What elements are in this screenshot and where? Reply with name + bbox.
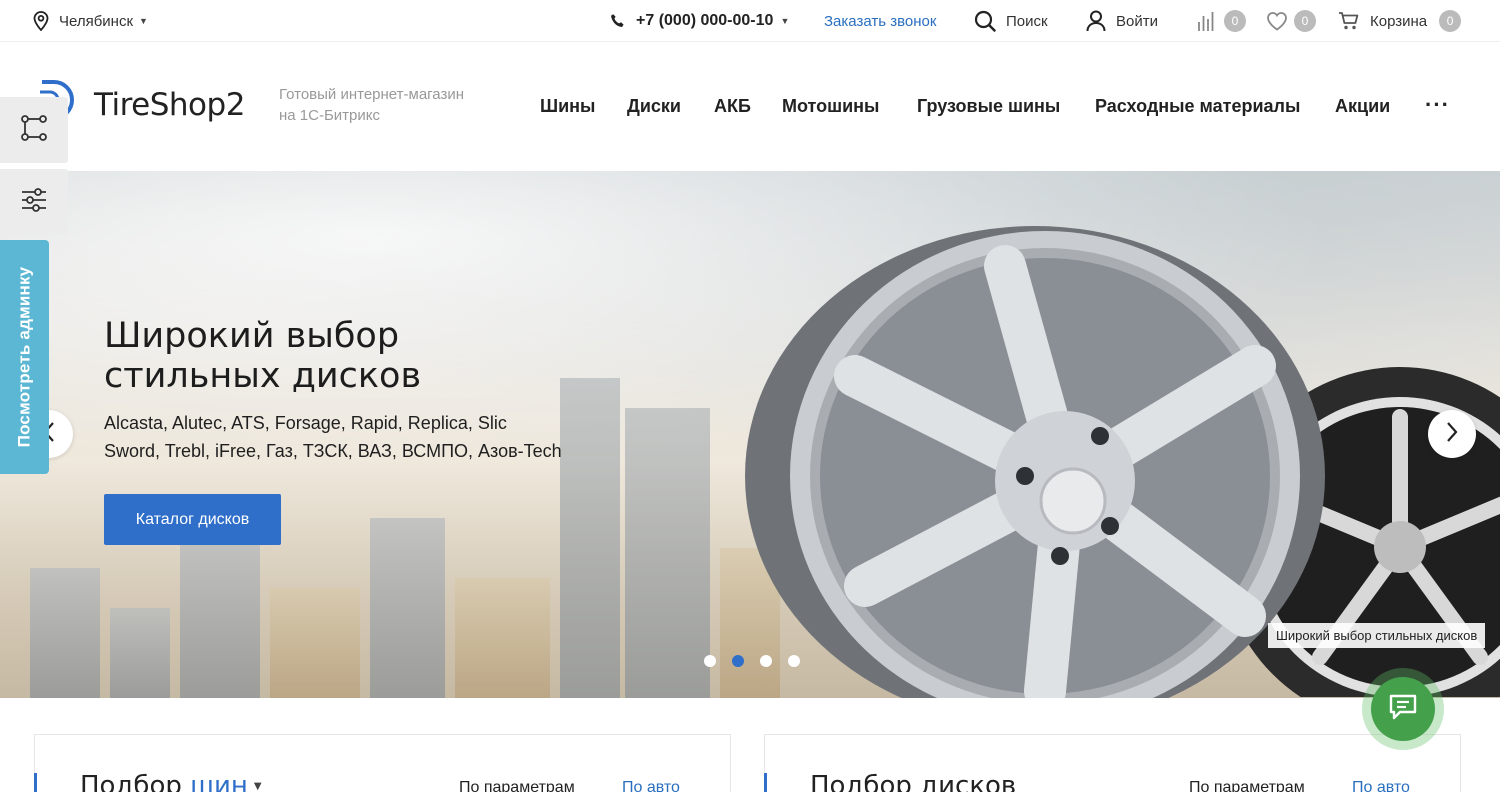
sliders-icon <box>20 186 48 219</box>
card-title-prefix: Подбор <box>80 771 191 792</box>
nav-item-wheels[interactable]: Диски <box>627 96 681 117</box>
side-settings-button[interactable] <box>0 169 68 235</box>
cart-button[interactable]: Корзина 0 <box>1338 10 1462 32</box>
top-bar: Челябинск ▼ +7 (000) 000-00-10 ▼ Заказат… <box>0 0 1500 42</box>
tab-by-params[interactable]: По параметрам <box>459 779 575 792</box>
slider-dot[interactable] <box>704 655 716 667</box>
heart-icon <box>1266 11 1288 31</box>
hero-banner: Широкий выбор стильных дисков Alcasta, A… <box>0 171 1500 698</box>
view-admin-label: Посмотреть админку <box>14 266 34 448</box>
city-selector[interactable]: Челябинск ▼ <box>33 10 148 32</box>
banner-brands-line-1: Alcasta, Alutec, ATS, Forsage, Rapid, Re… <box>104 413 507 433</box>
compare-icon <box>1196 10 1218 32</box>
wheel-selector-card: Подбор дисков По параметрам По авто <box>764 734 1461 792</box>
nav-item-promotions[interactable]: Акции <box>1335 96 1390 117</box>
cart-count-badge: 0 <box>1439 10 1462 32</box>
site-tagline: Готовый интернет-магазин на 1С-Битрикс <box>279 86 465 124</box>
location-pin-icon <box>33 11 49 31</box>
banner-brands-line-2: Sword, Trebl, iFree, Газ, ТЗСК, ВАЗ, ВСМ… <box>104 441 562 461</box>
slider-dots <box>704 655 800 667</box>
side-structure-button[interactable] <box>0 97 68 163</box>
card-title-prefix: Подбор дисков <box>810 771 1017 792</box>
banner-title-line-2: стильных дисков <box>104 356 422 396</box>
city-label: Челябинск <box>59 12 134 30</box>
tire-selector-card: Подбор шин ▼ По параметрам По авто <box>34 734 731 792</box>
login-label: Войти <box>1116 12 1158 30</box>
nav-item-moto-tires[interactable]: Мотошины <box>782 96 879 117</box>
wheel-selector-title: Подбор дисков <box>810 771 1016 792</box>
chat-icon <box>1388 693 1418 726</box>
nav-item-truck-tires[interactable]: Грузовые шины <box>917 96 1060 117</box>
chat-widget-button[interactable] <box>1362 668 1444 750</box>
logo-text: TireShop2 <box>94 86 245 123</box>
favorites-button[interactable]: 0 <box>1266 10 1316 32</box>
nav-item-tires[interactable]: Шины <box>540 96 595 117</box>
slider-dot-active[interactable] <box>732 655 744 667</box>
nav-more-button[interactable]: ··· <box>1425 92 1450 118</box>
user-icon <box>1086 10 1106 32</box>
card-title-highlight: шин <box>190 771 248 792</box>
compare-count-badge: 0 <box>1224 10 1246 32</box>
nodes-icon <box>20 114 48 147</box>
cart-icon <box>1338 11 1360 31</box>
callback-link[interactable]: Заказать звонок <box>824 10 936 32</box>
slide-caption: Широкий выбор стильных дисков <box>1268 623 1486 648</box>
wheel-silver-image <box>745 226 1325 698</box>
phone-number: +7 (000) 000-00-10 <box>636 12 774 29</box>
search-label: Поиск <box>1006 12 1048 30</box>
compare-button[interactable]: 0 <box>1196 10 1246 32</box>
slider-next-button[interactable] <box>1428 410 1476 458</box>
tire-selector-title[interactable]: Подбор шин ▼ <box>80 771 262 792</box>
search-button[interactable]: Поиск <box>974 10 1048 32</box>
nav-item-consumables[interactable]: Расходные материалы <box>1095 96 1300 117</box>
cart-label: Корзина <box>1370 12 1428 30</box>
view-admin-tab[interactable]: Посмотреть админку <box>0 240 49 474</box>
chevron-down-icon: ▼ <box>780 16 790 26</box>
banner-title: Широкий выбор стильных дисков <box>104 316 421 396</box>
slider-dot[interactable] <box>788 655 800 667</box>
card-accent-bar <box>34 773 37 792</box>
card-accent-bar <box>764 773 767 792</box>
site-header: TireShop2 Готовый интернет-магазин на 1С… <box>0 48 1500 170</box>
banner-brands: Alcasta, Alutec, ATS, Forsage, Rapid, Re… <box>104 409 584 465</box>
chevron-down-icon: ▼ <box>253 781 262 792</box>
search-icon <box>974 10 996 32</box>
tab-by-auto[interactable]: По авто <box>622 779 680 792</box>
login-button[interactable]: Войти <box>1086 10 1158 32</box>
chevron-right-icon <box>1445 421 1459 448</box>
banner-title-line-1: Широкий выбор <box>104 316 400 356</box>
chevron-down-icon: ▼ <box>139 16 148 26</box>
phone-icon <box>610 13 626 29</box>
nav-item-batteries[interactable]: АКБ <box>714 96 751 117</box>
favorites-count-badge: 0 <box>1294 10 1316 32</box>
chat-button-inner <box>1371 677 1435 741</box>
wheels-catalog-button[interactable]: Каталог дисков <box>104 494 281 545</box>
tab-by-params[interactable]: По параметрам <box>1189 779 1305 792</box>
phone-selector[interactable]: +7 (000) 000-00-10 ▼ <box>610 10 789 32</box>
slider-dot[interactable] <box>760 655 772 667</box>
tab-by-auto[interactable]: По авто <box>1352 779 1410 792</box>
